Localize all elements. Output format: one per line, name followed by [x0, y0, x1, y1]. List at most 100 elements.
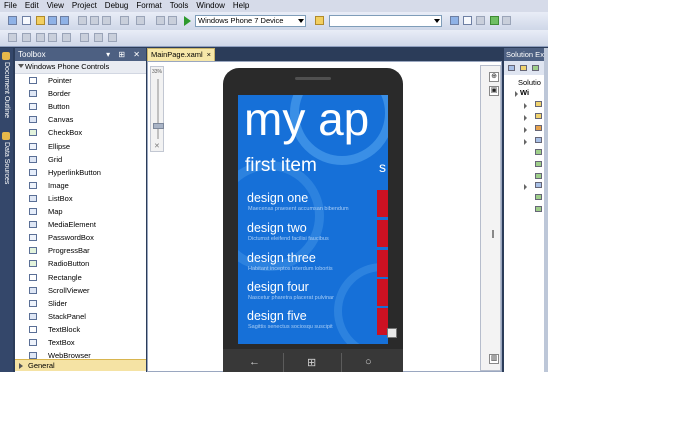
expand-arrow-icon[interactable] — [524, 103, 527, 109]
redo-icon[interactable] — [136, 16, 145, 25]
image-file-icon[interactable] — [535, 173, 542, 179]
toolbox-item-stackpanel[interactable]: StackPanel — [15, 310, 146, 323]
toolbox-item-ellipse[interactable]: Ellipse — [15, 140, 146, 153]
splitter-handle[interactable] — [492, 230, 494, 238]
cut-icon[interactable] — [78, 16, 87, 25]
toolbox-item-textblock[interactable]: TextBlock — [15, 323, 146, 336]
folder-icon[interactable] — [535, 101, 542, 107]
open-file-icon[interactable] — [36, 16, 45, 25]
list-item[interactable]: design five Sagittis senectus sociosqu s… — [247, 309, 381, 338]
toolbox-item-textbox[interactable]: TextBox — [15, 336, 146, 349]
list-item[interactable]: design three Habitant inceptos interdum … — [247, 251, 381, 280]
toolbox-item-slider[interactable]: Slider — [15, 297, 146, 310]
copy-icon[interactable] — [90, 16, 99, 25]
expand-arrow-icon[interactable] — [515, 91, 518, 97]
folder-icon[interactable] — [535, 113, 542, 119]
menu-help[interactable]: Help — [229, 0, 253, 12]
expand-arrow-icon[interactable] — [524, 115, 527, 121]
pin-icon[interactable]: ⊕ — [489, 72, 499, 82]
add-item-icon[interactable] — [22, 16, 31, 25]
expand-arrow-icon[interactable] — [524, 139, 527, 145]
zoom-slider-thumb[interactable] — [153, 123, 164, 129]
outdent-icon[interactable] — [94, 33, 103, 42]
find-combo[interactable] — [329, 15, 442, 27]
toolbar-options-icon[interactable] — [502, 16, 511, 25]
menu-format[interactable]: Format — [132, 0, 165, 12]
toolbox-item-hyperlinkbutton[interactable]: HyperlinkButton — [15, 166, 146, 179]
data-sources-icon[interactable] — [2, 132, 10, 140]
undo-icon[interactable] — [120, 16, 129, 25]
toolbox-group-general[interactable]: General — [15, 359, 146, 371]
document-outline-tab[interactable]: Document Outline — [0, 62, 13, 118]
zoom-reset-icon[interactable]: ✕ — [154, 142, 160, 150]
toolbox-item-radiobutton[interactable]: RadioButton — [15, 257, 146, 270]
pivot-next-header[interactable]: s — [379, 159, 386, 175]
refresh-icon[interactable] — [532, 65, 539, 71]
project-node[interactable]: Wi — [520, 88, 529, 97]
find-in-files-icon[interactable] — [315, 16, 324, 25]
solution-explorer-icon[interactable] — [450, 16, 459, 25]
properties-icon[interactable] — [463, 16, 472, 25]
menu-window[interactable]: Window — [192, 0, 228, 12]
uncomment-icon[interactable] — [62, 33, 71, 42]
zoom-track[interactable] — [157, 79, 159, 139]
new-project-icon[interactable] — [8, 16, 17, 25]
menu-project[interactable]: Project — [68, 0, 101, 12]
toolbox-item-canvas[interactable]: Canvas — [15, 113, 146, 126]
start-debugging-icon[interactable] — [184, 16, 191, 26]
toolbox-item-listbox[interactable]: ListBox — [15, 192, 146, 205]
data-sources-tab[interactable]: Data Sources — [0, 142, 13, 184]
toolbox-item-checkbox[interactable]: CheckBox — [15, 126, 146, 139]
comment-icon[interactable] — [48, 33, 57, 42]
close-tab-icon[interactable]: × — [207, 49, 211, 61]
menu-view[interactable]: View — [43, 0, 68, 12]
toolbox-item-progressbar[interactable]: ProgressBar — [15, 244, 146, 257]
toolbox-item-pointer[interactable]: Pointer — [15, 74, 146, 87]
align-center-icon[interactable] — [22, 33, 31, 42]
align-right-icon[interactable] — [36, 33, 45, 42]
toolbox-group-header[interactable]: Windows Phone Controls — [15, 61, 146, 74]
resize-grip-icon[interactable] — [387, 328, 397, 338]
indent-icon[interactable] — [80, 33, 89, 42]
scroll-end-icon[interactable]: ▥ — [489, 354, 499, 364]
deploy-target-select[interactable]: Windows Phone 7 Device — [195, 15, 306, 27]
toolbox-item-rectangle[interactable]: Rectangle — [15, 271, 146, 284]
object-browser-icon[interactable] — [490, 16, 499, 25]
toolbox-item-mediaelement[interactable]: MediaElement — [15, 218, 146, 231]
search-icon[interactable]: ○ — [365, 356, 372, 368]
toolbox-item-border[interactable]: Border — [15, 87, 146, 100]
paste-icon[interactable] — [102, 16, 111, 25]
toolbox-item-grid[interactable]: Grid — [15, 153, 146, 166]
image-file-icon[interactable] — [535, 161, 542, 167]
expand-arrow-icon[interactable] — [524, 127, 527, 133]
toolbox-item-passwordbox[interactable]: PasswordBox — [15, 231, 146, 244]
menu-file[interactable]: File — [0, 0, 21, 12]
zoom-control[interactable]: 33% ✕ — [150, 66, 164, 152]
list-item[interactable]: design four Nascetur pharetra placerat p… — [247, 280, 381, 309]
collapse-arrow-icon[interactable] — [18, 64, 24, 68]
xaml-file-icon[interactable] — [535, 182, 542, 188]
back-icon[interactable]: ← — [249, 356, 260, 368]
windows-start-icon[interactable]: ⊞ — [307, 356, 316, 369]
split-view-icon[interactable]: ▣ — [489, 86, 499, 96]
toolbox-item-button[interactable]: Button — [15, 100, 146, 113]
expand-arrow-icon[interactable] — [524, 184, 527, 190]
menu-edit[interactable]: Edit — [21, 0, 43, 12]
show-all-files-icon[interactable] — [520, 65, 527, 71]
save-all-icon[interactable] — [60, 16, 69, 25]
solution-explorer-scrollbar[interactable] — [544, 48, 548, 372]
document-outline-icon[interactable] — [2, 52, 10, 60]
toolbox-item-map[interactable]: Map — [15, 205, 146, 218]
solution-node[interactable]: Solutio — [518, 78, 541, 87]
properties-icon[interactable] — [508, 65, 515, 71]
bookmark-icon[interactable] — [108, 33, 117, 42]
navigate-forward-icon[interactable] — [168, 16, 177, 25]
navigate-back-icon[interactable] — [156, 16, 165, 25]
list-item[interactable]: design two Dictumst eleifend facilisi fa… — [247, 221, 381, 250]
pivot-header[interactable]: first item — [245, 155, 317, 177]
align-left-icon[interactable] — [8, 33, 17, 42]
phone-screen[interactable]: my ap first item s design one Maecenas p… — [238, 95, 388, 344]
xaml-file-icon[interactable] — [535, 137, 542, 143]
expand-arrow-icon[interactable] — [19, 363, 23, 369]
menu-debug[interactable]: Debug — [101, 0, 133, 12]
